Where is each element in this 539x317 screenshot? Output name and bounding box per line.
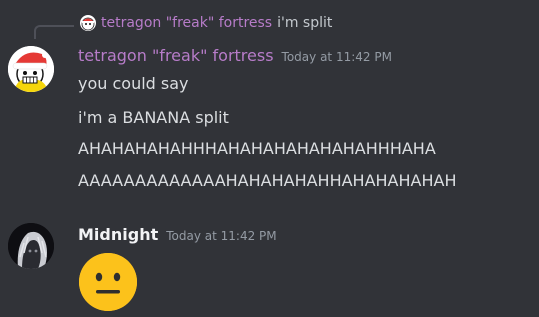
tetragon-avatar[interactable] xyxy=(8,46,54,92)
reply-message-text[interactable]: i'm split xyxy=(277,15,332,31)
reply-preview[interactable]: tetragon "freak" fortress i'm split xyxy=(80,15,332,31)
message-line: i'm a BANANA split xyxy=(78,108,229,127)
reply-author-avatar[interactable] xyxy=(80,15,96,31)
author-name-tetragon[interactable]: tetragon "freak" fortress xyxy=(78,46,274,65)
message-line: AHAHAHAHAHHHAHAHAHAHAHAHAHHHAHA xyxy=(78,139,436,158)
author-name-midnight[interactable]: Midnight xyxy=(78,225,158,244)
reply-author-name[interactable]: tetragon "freak" fortress xyxy=(101,15,272,31)
reply-connector-line xyxy=(34,25,74,39)
message-timestamp[interactable]: Today at 11:42 PM xyxy=(166,229,276,243)
message-header-tetragon: tetragon "freak" fortress Today at 11:42… xyxy=(78,46,392,65)
message-header-midnight: Midnight Today at 11:42 PM xyxy=(78,225,277,244)
neutral-face-emoji-icon[interactable] xyxy=(78,252,138,312)
message-line: AAAAAAAAAAAAAHAHAHAHAHHAHAHAHAHAH xyxy=(78,171,457,190)
midnight-avatar[interactable] xyxy=(8,223,54,269)
message-timestamp[interactable]: Today at 11:42 PM xyxy=(282,50,392,64)
message-line: you could say xyxy=(78,74,189,93)
